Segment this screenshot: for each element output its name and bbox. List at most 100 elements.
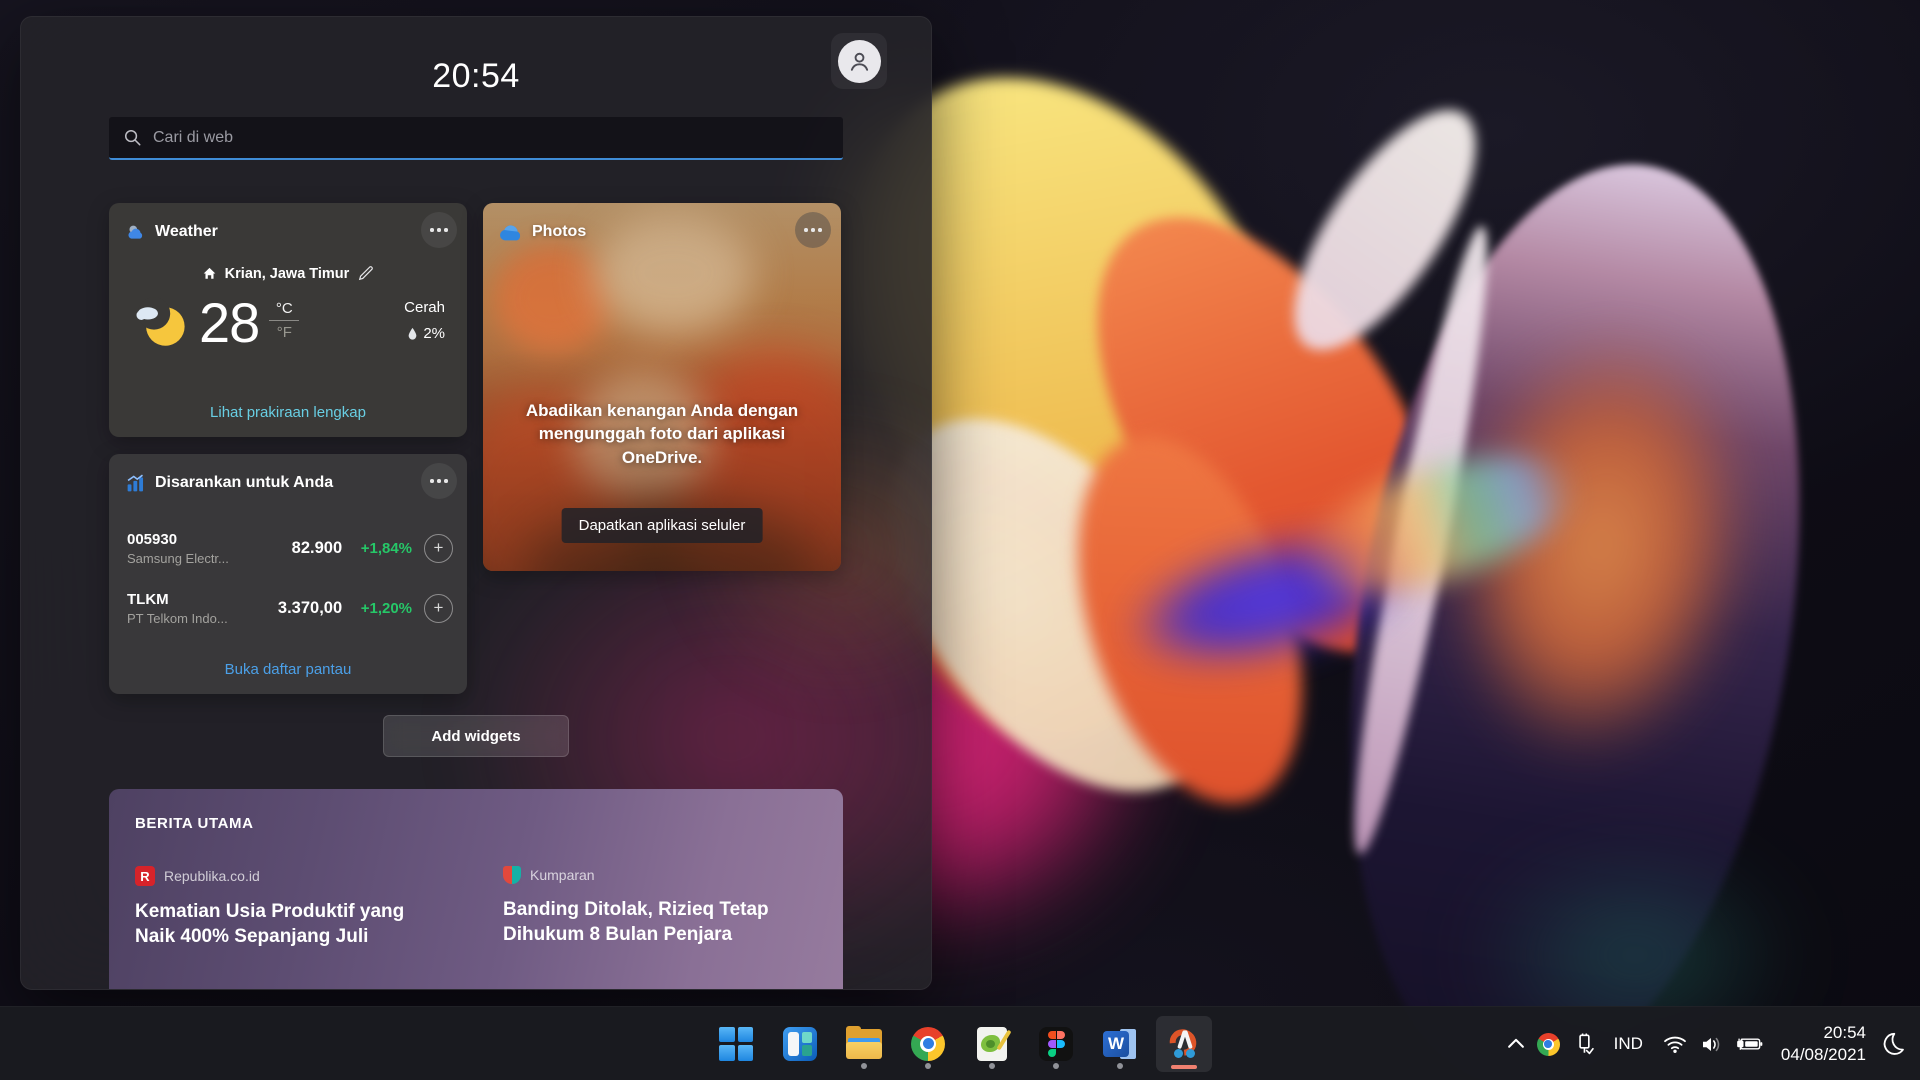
user-profile-button[interactable] bbox=[831, 33, 887, 89]
stock-price: 82.900 bbox=[254, 539, 342, 558]
unit-celsius[interactable]: °C bbox=[276, 300, 293, 320]
start-button[interactable] bbox=[708, 1016, 764, 1072]
weather-title: Weather bbox=[155, 223, 218, 241]
wifi-button[interactable] bbox=[1663, 1035, 1687, 1054]
temperature-value: 28 bbox=[199, 295, 259, 351]
stock-company: PT Telkom Indo... bbox=[127, 611, 254, 626]
stocks-chart-icon bbox=[125, 473, 146, 494]
active-app-indicator bbox=[1171, 1065, 1197, 1069]
get-mobile-app-button[interactable]: Dapatkan aplikasi seluler bbox=[562, 508, 763, 543]
photos-title: Photos bbox=[532, 223, 586, 241]
weather-widget[interactable]: Weather Krian, Jawa Timur 2 bbox=[109, 203, 467, 437]
stock-change: +1,20% bbox=[342, 600, 412, 617]
chrome-icon bbox=[911, 1027, 945, 1061]
tray-date: 04/08/2021 bbox=[1781, 1044, 1866, 1066]
stocks-title: Disarankan untuk Anda bbox=[155, 474, 333, 492]
battery-charging-icon bbox=[1736, 1036, 1763, 1052]
word-icon: W bbox=[1103, 1027, 1137, 1061]
panel-clock: 20:54 bbox=[21, 57, 931, 96]
desktop-screen: 20:54 Weather bbox=[0, 0, 1920, 1080]
snipping-tool-icon bbox=[1166, 1026, 1202, 1062]
weather-location-row[interactable]: Krian, Jawa Timur bbox=[109, 265, 467, 282]
stock-row-005930[interactable]: 005930 Samsung Electr... 82.900 +1,84% + bbox=[127, 524, 453, 572]
notepad-plus-plus-button[interactable] bbox=[964, 1016, 1020, 1072]
news-headline[interactable]: Banding Ditolak, Rizieq Tetap Dihukum 8 … bbox=[503, 897, 817, 948]
figma-button[interactable] bbox=[1028, 1016, 1084, 1072]
weather-header: Weather bbox=[109, 203, 467, 247]
running-indicator bbox=[989, 1063, 995, 1069]
photos-message: Abadikan kenangan Anda dengan mengunggah… bbox=[507, 399, 817, 469]
stocks-more-options-button[interactable] bbox=[421, 463, 457, 499]
running-indicator bbox=[925, 1063, 931, 1069]
moon-icon bbox=[1880, 1031, 1906, 1057]
wifi-icon bbox=[1663, 1035, 1687, 1054]
weather-forecast-link[interactable]: Lihat prakiraan lengkap bbox=[109, 404, 467, 421]
stock-company: Samsung Electr... bbox=[127, 551, 254, 566]
snipping-tool-button[interactable] bbox=[1156, 1016, 1212, 1072]
add-widgets-button[interactable]: Add widgets bbox=[383, 715, 569, 757]
figma-icon bbox=[1039, 1027, 1073, 1061]
add-to-watchlist-icon[interactable]: + bbox=[424, 534, 453, 563]
widgets-button[interactable] bbox=[772, 1016, 828, 1072]
chevron-up-icon bbox=[1505, 1033, 1527, 1055]
running-indicator bbox=[1053, 1063, 1059, 1069]
stocks-header: Disarankan untuk Anda bbox=[109, 454, 467, 498]
edit-pencil-icon[interactable] bbox=[357, 265, 374, 282]
tray-time: 20:54 bbox=[1781, 1022, 1866, 1044]
top-news-section: BERITA UTAMA R Republika.co.id Kematian … bbox=[109, 789, 843, 990]
clock-tray[interactable]: 20:54 04/08/2021 bbox=[1781, 1022, 1866, 1067]
chrome-button[interactable] bbox=[900, 1016, 956, 1072]
news-source: Kumparan bbox=[530, 867, 595, 883]
republika-icon: R bbox=[135, 866, 155, 886]
start-icon bbox=[719, 1027, 753, 1061]
language-indicator[interactable]: IND bbox=[1614, 1034, 1643, 1054]
stock-change: +1,84% bbox=[342, 540, 412, 557]
stock-row-tlkm[interactable]: TLKM PT Telkom Indo... 3.370,00 +1,20% + bbox=[127, 584, 453, 632]
weather-condition: Cerah bbox=[404, 299, 445, 316]
focus-assist-button[interactable] bbox=[1880, 1031, 1906, 1057]
open-watchlist-link[interactable]: Buka daftar pantau bbox=[109, 661, 467, 678]
stocks-list: 005930 Samsung Electr... 82.900 +1,84% +… bbox=[127, 512, 453, 632]
news-item-kumparan[interactable]: Kumparan Banding Ditolak, Rizieq Tetap D… bbox=[503, 866, 817, 950]
temperature-unit-toggle[interactable]: °C °F bbox=[269, 300, 299, 341]
file-explorer-button[interactable] bbox=[836, 1016, 892, 1072]
weather-location: Krian, Jawa Timur bbox=[225, 266, 350, 282]
web-search-bar[interactable] bbox=[109, 117, 843, 160]
widgets-icon bbox=[783, 1027, 817, 1061]
taskbar-app-icons: W bbox=[708, 1016, 1212, 1072]
news-headline[interactable]: Kematian Usia Produktif yang Naik 400% S… bbox=[135, 899, 449, 950]
notepad-plus-plus-icon bbox=[977, 1027, 1007, 1061]
search-icon bbox=[123, 128, 142, 147]
photos-header: Photos bbox=[483, 203, 841, 247]
usb-eject-button[interactable] bbox=[1574, 1032, 1596, 1056]
weather-current: 28 °C °F bbox=[133, 295, 299, 351]
user-avatar-icon bbox=[846, 48, 873, 75]
precipitation-value: 2% bbox=[423, 325, 445, 342]
system-tray: IND bbox=[1505, 1007, 1906, 1080]
moon-cloud-icon bbox=[133, 295, 189, 351]
weather-condition-zone: Cerah 2% bbox=[404, 299, 445, 342]
weather-more-options-button[interactable] bbox=[421, 212, 457, 248]
volume-button[interactable] bbox=[1700, 1035, 1724, 1054]
widgets-panel: 20:54 Weather bbox=[20, 16, 932, 990]
news-source: Republika.co.id bbox=[164, 868, 260, 884]
chrome-tray-icon bbox=[1537, 1033, 1560, 1056]
chrome-tray-button[interactable] bbox=[1537, 1033, 1560, 1056]
stocks-widget[interactable]: Disarankan untuk Anda 005930 Samsung Ele… bbox=[109, 454, 467, 694]
battery-button[interactable] bbox=[1736, 1036, 1763, 1052]
news-item-republika[interactable]: R Republika.co.id Kematian Usia Produkti… bbox=[135, 866, 449, 950]
search-input[interactable] bbox=[153, 129, 829, 147]
add-to-watchlist-icon[interactable]: + bbox=[424, 594, 453, 623]
unit-fahrenheit[interactable]: °F bbox=[277, 321, 292, 341]
weather-cloud-icon bbox=[125, 222, 146, 243]
photos-more-options-button[interactable] bbox=[795, 212, 831, 248]
stock-symbol: 005930 bbox=[127, 531, 254, 548]
tray-overflow-button[interactable] bbox=[1505, 1033, 1527, 1055]
word-button[interactable]: W bbox=[1092, 1016, 1148, 1072]
stock-symbol: TLKM bbox=[127, 591, 254, 608]
photos-cloud-icon bbox=[499, 224, 523, 241]
home-icon bbox=[202, 266, 217, 281]
photos-widget[interactable]: Photos Abadikan kenangan Anda dengan men… bbox=[483, 203, 841, 571]
avatar bbox=[838, 40, 881, 83]
volume-icon bbox=[1700, 1035, 1724, 1054]
